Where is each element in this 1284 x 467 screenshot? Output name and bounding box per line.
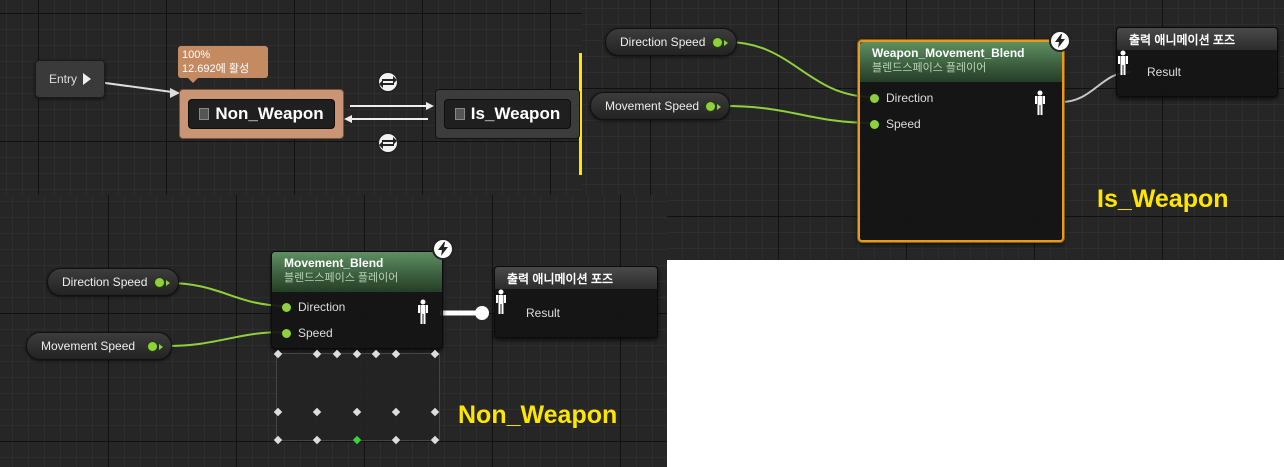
variable-label: Movement Speed [605, 99, 700, 113]
blend-sample-point [430, 407, 440, 417]
output-pin-icon[interactable] [155, 278, 170, 287]
output-node-title: 출력 애니메이션 포즈 [495, 267, 657, 289]
blend-sample-point [430, 435, 440, 445]
direction-input-pin[interactable]: Direction [282, 300, 345, 314]
variable-label: Direction Speed [62, 275, 148, 289]
state-is-weapon[interactable]: Is_Weapon [435, 89, 580, 139]
output-pose-node[interactable]: 출력 애니메이션 포즈 Result [1116, 27, 1278, 97]
pin-label: Speed [298, 326, 333, 340]
blendspace-preview [273, 349, 440, 445]
entry-node[interactable]: Entry [35, 60, 105, 98]
mannequin-icon[interactable] [1117, 50, 1129, 76]
blend-sample-point [352, 407, 362, 417]
state-weight: 100% [182, 49, 211, 61]
movement-speed-variable[interactable]: Movement Speed [590, 92, 730, 120]
play-triangle-icon [83, 73, 91, 85]
blend-sample-point [391, 349, 401, 359]
is-weapon-graph-panel: Direction Speed Movement Speed Weapon_Mo… [582, 0, 1284, 260]
direction-input-pin[interactable]: Direction [870, 91, 933, 105]
variable-label: Direction Speed [620, 35, 706, 49]
output-pin-icon[interactable] [706, 102, 721, 111]
node-subtitle: 블렌드스페이스 플레이어 [872, 62, 987, 74]
input-pin-icon[interactable] [870, 119, 879, 129]
output-pin-icon[interactable] [713, 38, 728, 47]
output-node-title: 출력 애니메이션 포즈 [1117, 28, 1277, 50]
non-weapon-graph-label: Non_Weapon [458, 401, 618, 429]
output-pose-node[interactable]: 출력 애니메이션 포즈 Result [494, 266, 658, 338]
speed-input-pin[interactable]: Speed [870, 117, 921, 131]
blend-sample-point [312, 349, 322, 359]
movement-blend-node[interactable]: Movement_Blend 블렌드스페이스 플레이어 Direction Sp… [271, 251, 443, 349]
node-subtitle: 블렌드스페이스 플레이어 [284, 272, 399, 284]
weapon-movement-blend-node[interactable]: Weapon_Movement_Blend 블렌드스페이스 플레이어 Direc… [858, 40, 1064, 242]
result-pin-label: Result [526, 306, 561, 320]
mannequin-icon[interactable] [495, 289, 507, 315]
mannequin-icon[interactable] [417, 299, 429, 325]
input-pin-icon[interactable] [282, 302, 291, 312]
blend-sample-point [391, 407, 401, 417]
state-non-weapon[interactable]: Non_Weapon [179, 89, 344, 139]
transition-to-is-weapon-icon[interactable] [377, 71, 399, 93]
is-weapon-graph-label: Is_Weapon [1097, 185, 1229, 213]
variable-label: Movement Speed [41, 339, 136, 353]
node-title: Movement_Blend [284, 256, 384, 270]
state-is-weapon-label: Is_Weapon [470, 104, 561, 123]
entry-label: Entry [48, 72, 77, 86]
blend-sample-point [273, 407, 283, 417]
input-pin-icon[interactable] [870, 93, 879, 103]
blend-sample-point [430, 349, 440, 359]
pin-label: Speed [886, 117, 921, 131]
transition-to-non-weapon-icon[interactable] [377, 132, 399, 154]
node-title: Weapon_Movement_Blend [872, 46, 1025, 60]
lightning-bolt-icon [1049, 30, 1071, 52]
blend-sample-point [312, 435, 322, 445]
direction-speed-variable[interactable]: Direction Speed [47, 268, 179, 296]
result-pin-label: Result [1147, 65, 1182, 79]
output-pin-icon[interactable] [148, 342, 163, 351]
state-active-time: 12.692에 활성 [182, 63, 250, 75]
blend-sample-point [312, 407, 322, 417]
non-weapon-graph-panel: Direction Speed Movement Speed Movement_… [0, 195, 667, 467]
input-pin-icon[interactable] [282, 328, 291, 338]
state-icon [199, 108, 210, 120]
mannequin-icon[interactable] [1034, 90, 1046, 116]
blend-sample-point [371, 349, 381, 359]
blend-sample-point [352, 349, 362, 359]
state-non-weapon-label: Non_Weapon [215, 104, 324, 123]
pin-label: Direction [886, 91, 934, 105]
direction-speed-variable[interactable]: Direction Speed [605, 28, 737, 56]
state-machine-panel: Entry 100% 12.692에 활성 Non_Weapon Is_Weap… [0, 0, 590, 195]
state-icon [454, 108, 465, 120]
movement-speed-variable[interactable]: Movement Speed [26, 332, 172, 360]
lightning-bolt-icon [432, 238, 454, 260]
blend-sample-point [391, 435, 401, 445]
speed-input-pin[interactable]: Speed [282, 326, 333, 340]
blend-sample-point [273, 435, 283, 445]
pin-label: Direction [298, 300, 346, 314]
blend-sample-point [332, 349, 342, 359]
blend-current-position [352, 435, 362, 445]
active-state-note: 100% 12.692에 활성 [178, 46, 268, 83]
blend-sample-point [273, 349, 283, 359]
